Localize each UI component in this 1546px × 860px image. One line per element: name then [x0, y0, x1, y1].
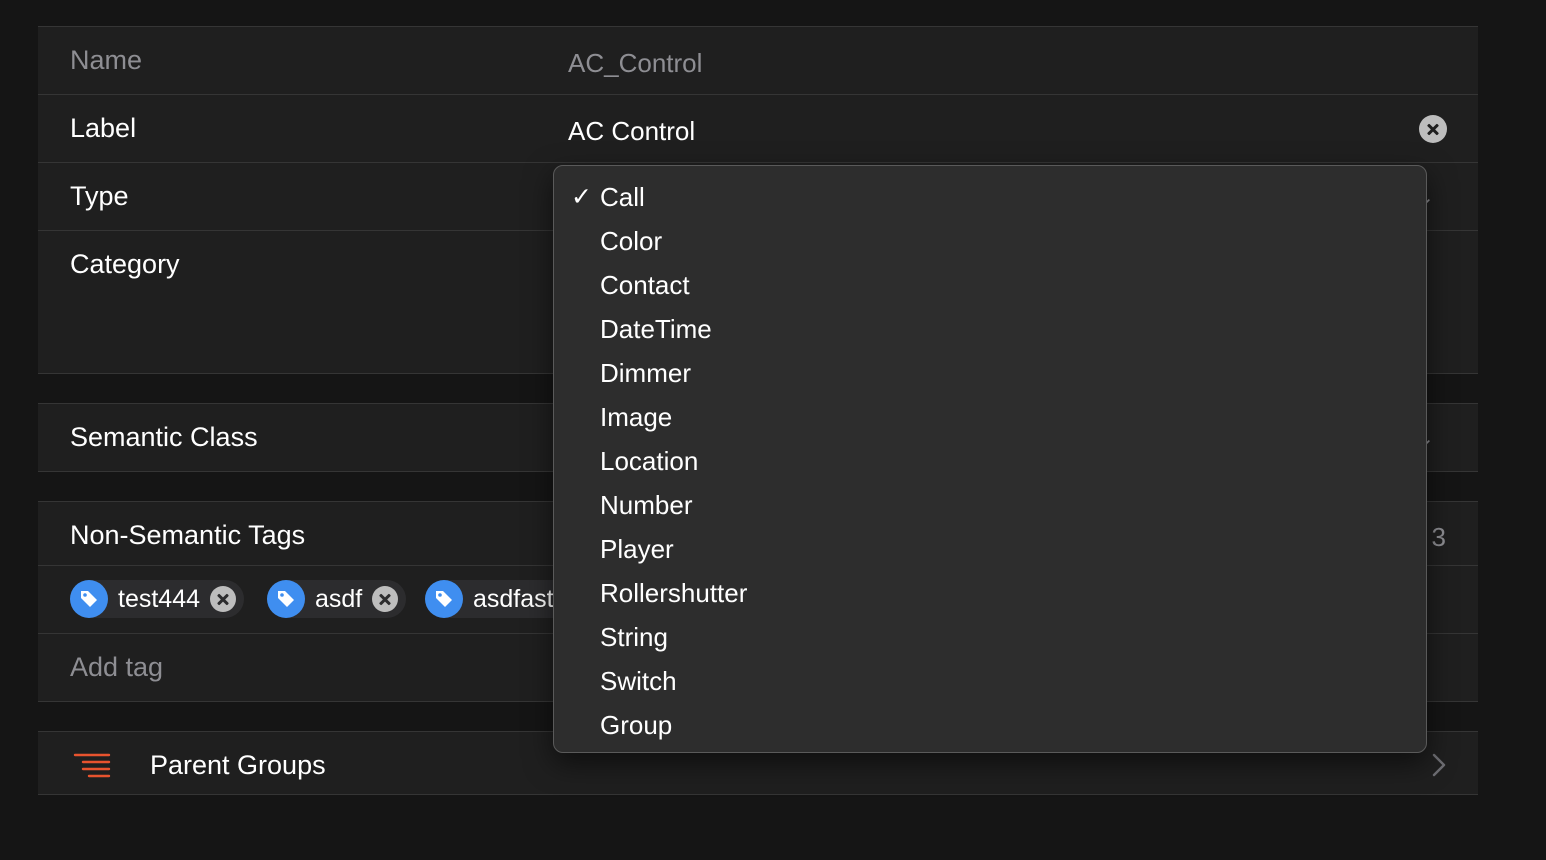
remove-tag-icon[interactable] [210, 586, 237, 612]
menu-item-location[interactable]: Location [554, 439, 1426, 483]
tags-label: Non-Semantic Tags [70, 520, 306, 550]
name-label: Name [70, 45, 143, 75]
menu-item-label: Location [600, 446, 699, 476]
menu-item-label: String [600, 622, 668, 652]
menu-item-label: Player [600, 534, 674, 564]
menu-item-contact[interactable]: Contact [554, 263, 1426, 307]
menu-item-label: Call [600, 182, 645, 212]
menu-item-label: DateTime [600, 314, 712, 344]
menu-item-dimmer[interactable]: Dimmer [554, 351, 1426, 395]
tag-icon [267, 580, 305, 618]
label-row: Label AC Control [38, 95, 1478, 163]
add-tag-input[interactable]: Add tag [70, 652, 163, 683]
item-editor: Name AC_Control Label AC Control Type ⌄ … [0, 0, 1546, 860]
type-dropdown-menu: ✓ Call Color Contact DateTime Dimmer Ima… [553, 165, 1427, 753]
menu-item-label: Group [600, 710, 673, 740]
menu-item-label: Number [600, 490, 693, 520]
tag-icon [425, 580, 463, 618]
tag-chip-label: asdfast [473, 584, 554, 613]
tag-chip-label: asdf [315, 584, 363, 613]
remove-tag-icon[interactable] [372, 586, 399, 612]
menu-item-switch[interactable]: Switch [554, 659, 1426, 703]
menu-item-call[interactable]: ✓ Call [554, 175, 1426, 219]
name-row: Name AC_Control [38, 27, 1478, 95]
type-label: Type [70, 181, 129, 211]
chevron-right-icon [1432, 753, 1446, 782]
menu-item-label: Image [600, 402, 673, 432]
menu-item-group[interactable]: Group [554, 703, 1426, 747]
menu-item-datetime[interactable]: DateTime [554, 307, 1426, 351]
menu-item-number[interactable]: Number [554, 483, 1426, 527]
menu-item-label: Rollershutter [600, 578, 748, 608]
semantic-class-label: Semantic Class [70, 422, 258, 452]
tag-chip-label: test444 [118, 584, 201, 613]
label-label: Label [70, 113, 137, 143]
menu-item-label: Switch [600, 666, 677, 696]
tag-icon [70, 580, 108, 618]
menu-item-color[interactable]: Color [554, 219, 1426, 263]
menu-item-string[interactable]: String [554, 615, 1426, 659]
tags-count: 3 [1431, 522, 1446, 552]
label-input[interactable]: AC Control [568, 116, 695, 147]
menu-item-image[interactable]: Image [554, 395, 1426, 439]
tag-chip[interactable]: asdf [267, 580, 407, 618]
menu-item-label: Dimmer [600, 358, 691, 388]
list-indent-icon [72, 752, 112, 783]
checkmark-icon: ✓ [571, 183, 592, 211]
parent-groups-label: Parent Groups [150, 750, 326, 780]
menu-item-rollershutter[interactable]: Rollershutter [554, 571, 1426, 615]
menu-item-player[interactable]: Player [554, 527, 1426, 571]
menu-item-label: Color [600, 226, 663, 256]
category-label: Category [70, 249, 180, 279]
clear-label-icon[interactable] [1419, 115, 1447, 143]
name-value: AC_Control [568, 48, 703, 78]
tag-chip[interactable]: test444 [70, 580, 245, 618]
menu-item-label: Contact [600, 270, 690, 300]
